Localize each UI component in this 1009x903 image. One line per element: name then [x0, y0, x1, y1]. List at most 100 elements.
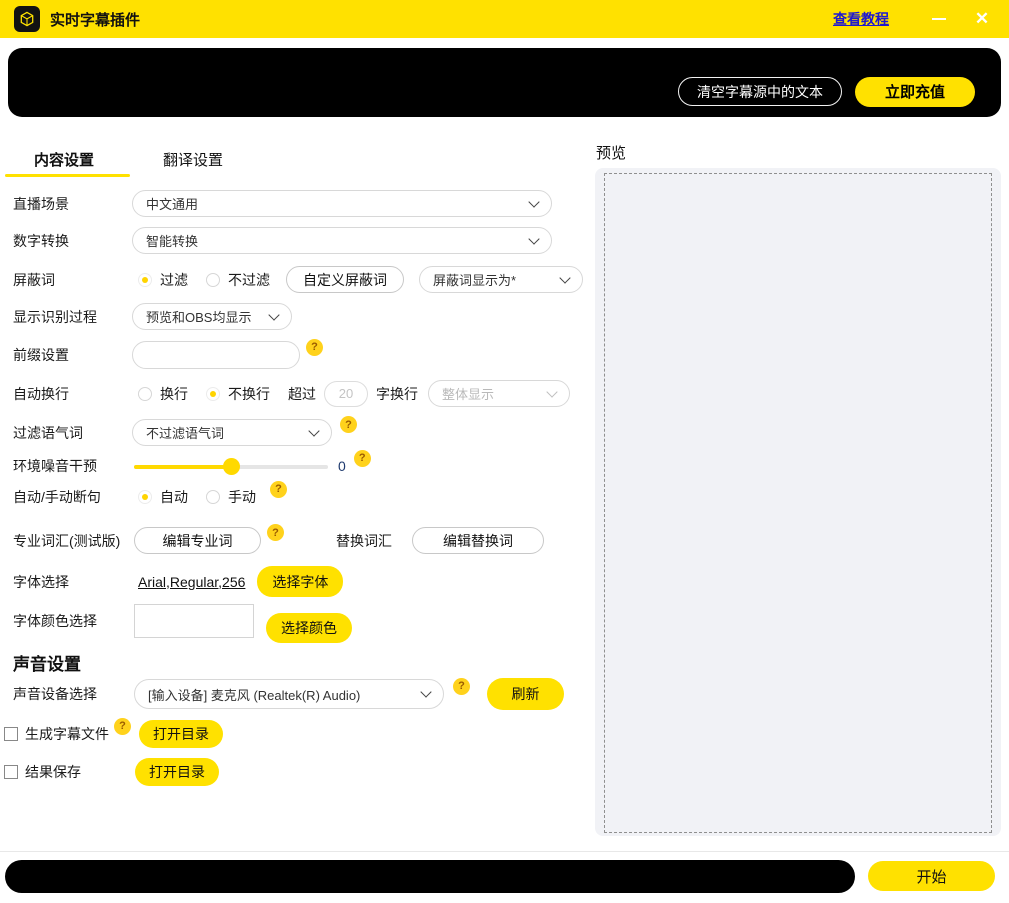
- subtitle-file-label[interactable]: 生成字幕文件: [25, 724, 109, 744]
- help-icon[interactable]: ?: [354, 450, 371, 467]
- blocked-words-label: 屏蔽词: [13, 270, 132, 290]
- live-scene-select[interactable]: 中文通用: [132, 190, 552, 217]
- custom-blocked-words-button[interactable]: 自定义屏蔽词: [286, 266, 404, 293]
- live-scene-label: 直播场景: [13, 194, 132, 214]
- help-icon[interactable]: ?: [114, 718, 131, 735]
- row-font-select: 字体选择 Arial,Regular,256 选择字体: [13, 566, 343, 597]
- slider-knob[interactable]: [223, 458, 240, 475]
- row-live-scene: 直播场景 中文通用: [13, 190, 552, 217]
- show-process-label: 显示识别过程: [13, 307, 132, 327]
- prefix-input[interactable]: [132, 341, 300, 369]
- noise-label: 环境噪音干预: [13, 456, 132, 476]
- chevron-down-icon: [420, 686, 431, 697]
- radio-wrap-label[interactable]: 换行: [160, 384, 188, 404]
- subtitle-output-bar: [5, 860, 855, 893]
- subtitle-file-checkbox[interactable]: [4, 727, 18, 741]
- preview-area: [595, 168, 1001, 836]
- minimize-button[interactable]: [929, 9, 949, 29]
- tutorial-link[interactable]: 查看教程: [833, 9, 889, 29]
- help-icon[interactable]: ?: [453, 678, 470, 695]
- sound-device-label: 声音设备选择: [13, 684, 132, 704]
- cube-icon: [18, 10, 36, 28]
- open-result-dir-button[interactable]: 打开目录: [135, 758, 219, 786]
- row-show-process: 显示识别过程 预览和OBS均显示: [13, 303, 292, 330]
- current-font-link[interactable]: Arial,Regular,256: [138, 574, 245, 590]
- chevron-down-icon: [559, 272, 570, 283]
- radio-wrap[interactable]: [138, 387, 152, 401]
- start-button[interactable]: 开始: [868, 861, 995, 891]
- radio-manual-break-label[interactable]: 手动: [228, 487, 256, 507]
- refresh-button[interactable]: 刷新: [487, 678, 564, 710]
- filter-filler-select[interactable]: 不过滤语气词: [132, 419, 332, 446]
- minimize-icon: [932, 18, 946, 20]
- row-sentence-break: 自动/手动断句 自动 手动 ?: [13, 487, 287, 507]
- preview-label: 预览: [596, 142, 626, 163]
- titlebar: 实时字幕插件 查看教程 ✕: [0, 0, 1009, 38]
- font-select-label: 字体选择: [13, 572, 132, 592]
- row-auto-wrap: 自动换行 换行 不换行 超过 字换行 整体显示: [13, 380, 570, 407]
- wrap-suffix-label: 字换行: [376, 384, 418, 404]
- noise-slider[interactable]: [134, 458, 328, 475]
- font-color-input[interactable]: [134, 604, 254, 638]
- help-icon[interactable]: ?: [306, 339, 323, 356]
- result-save-label[interactable]: 结果保存: [25, 762, 81, 782]
- number-convert-value: 智能转换: [146, 231, 198, 250]
- radio-auto-break-label[interactable]: 自动: [160, 487, 188, 507]
- blocked-words-display-select[interactable]: 屏蔽词显示为*: [419, 266, 583, 293]
- recharge-button[interactable]: 立即充值: [855, 77, 975, 107]
- slider-fill: [134, 465, 231, 469]
- tab-translate-settings[interactable]: 翻译设置: [163, 149, 223, 170]
- radio-no-wrap-label[interactable]: 不换行: [228, 384, 270, 404]
- prefix-label: 前缀设置: [13, 345, 132, 365]
- choose-font-button[interactable]: 选择字体: [257, 566, 343, 597]
- overflow-mode-select[interactable]: 整体显示: [428, 380, 570, 407]
- footer-divider: [0, 851, 1009, 852]
- blocked-words-display-value: 屏蔽词显示为*: [433, 270, 516, 289]
- radio-auto-break[interactable]: [138, 490, 152, 504]
- radio-no-filter[interactable]: [206, 273, 220, 287]
- show-process-select[interactable]: 预览和OBS均显示: [132, 303, 292, 330]
- chevron-down-icon: [528, 196, 539, 207]
- row-filter-filler: 过滤语气词 不过滤语气词 ?: [13, 419, 357, 446]
- close-button[interactable]: ✕: [971, 8, 993, 30]
- help-icon[interactable]: ?: [267, 524, 284, 541]
- row-blocked-words: 屏蔽词 过滤 不过滤 自定义屏蔽词 屏蔽词显示为*: [13, 266, 583, 293]
- edit-replace-words-button[interactable]: 编辑替换词: [412, 527, 544, 554]
- auto-wrap-label: 自动换行: [13, 384, 132, 404]
- row-prefix: 前缀设置 ?: [13, 341, 323, 369]
- font-color-label: 字体颜色选择: [13, 611, 132, 631]
- radio-filter-label[interactable]: 过滤: [160, 270, 188, 290]
- sound-device-value: [输入设备] 麦克风 (Realtek(R) Audio): [148, 685, 360, 704]
- row-font-color: 字体颜色选择 选择颜色: [13, 604, 352, 638]
- choose-color-button[interactable]: 选择颜色: [266, 613, 352, 643]
- row-subtitle-file: 生成字幕文件 ? 打开目录: [4, 720, 223, 748]
- number-convert-select[interactable]: 智能转换: [132, 227, 552, 254]
- sound-settings-header: 声音设置: [13, 650, 81, 675]
- edit-pro-words-button[interactable]: 编辑专业词: [134, 527, 261, 554]
- radio-no-filter-label[interactable]: 不过滤: [228, 270, 270, 290]
- overflow-mode-value: 整体显示: [442, 384, 494, 403]
- active-tab-underline: [5, 174, 130, 177]
- result-save-checkbox[interactable]: [4, 765, 18, 779]
- radio-no-wrap[interactable]: [206, 387, 220, 401]
- open-subtitle-dir-button[interactable]: 打开目录: [139, 720, 223, 748]
- wrap-count-input[interactable]: [324, 381, 368, 407]
- filter-filler-value: 不过滤语气词: [146, 423, 224, 442]
- radio-manual-break[interactable]: [206, 490, 220, 504]
- radio-filter[interactable]: [138, 273, 152, 287]
- app-window: 实时字幕插件 查看教程 ✕ 清空字幕源中的文本 立即充值 内容设置 翻译设置 直…: [0, 0, 1009, 903]
- close-icon: ✕: [975, 9, 989, 29]
- help-icon[interactable]: ?: [270, 481, 287, 498]
- number-convert-label: 数字转换: [13, 231, 132, 251]
- help-icon[interactable]: ?: [340, 416, 357, 433]
- sound-device-select[interactable]: [输入设备] 麦克风 (Realtek(R) Audio): [134, 679, 444, 709]
- row-pro-words: 专业词汇(测试版) 编辑专业词 ? 替换词汇 编辑替换词: [13, 527, 544, 554]
- tab-content-settings[interactable]: 内容设置: [34, 149, 94, 170]
- clear-subtitle-source-button[interactable]: 清空字幕源中的文本: [678, 77, 842, 106]
- filter-filler-label: 过滤语气词: [13, 423, 132, 443]
- preview-dashed-frame: [604, 173, 992, 833]
- chevron-down-icon: [528, 233, 539, 244]
- chevron-down-icon: [308, 425, 319, 436]
- exceed-label: 超过: [288, 384, 316, 404]
- noise-value: 0: [338, 458, 346, 474]
